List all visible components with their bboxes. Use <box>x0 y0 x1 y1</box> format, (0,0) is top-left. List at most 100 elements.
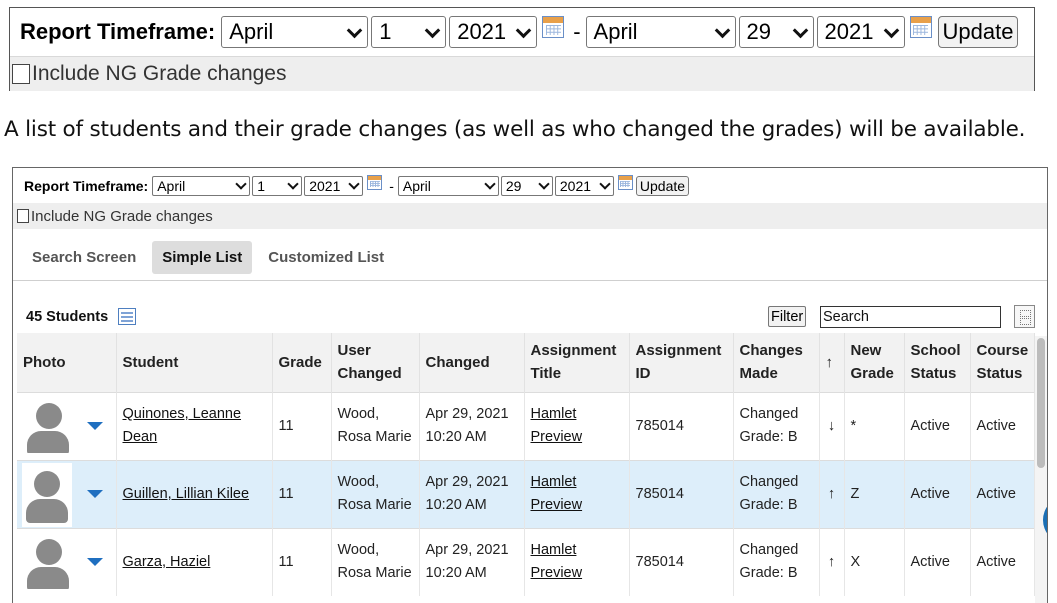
start-year-value: 2021 <box>457 19 507 44</box>
calendar-icon[interactable] <box>909 16 932 38</box>
grade-cell: 11 <box>272 527 332 596</box>
row-dropdown-caret[interactable] <box>87 489 103 498</box>
changed-cell: Apr 29, 2021 10:20 AM <box>419 459 525 528</box>
table-row[interactable]: Guillen, Lillian Kilee 11 Wood, Rosa Mar… <box>17 459 1035 528</box>
export-icon[interactable] <box>118 308 137 325</box>
user-changed-cell: Wood, Rosa Marie <box>331 459 420 528</box>
table-row[interactable]: Quinones, Leanne Dean 11 Wood, Rosa Mari… <box>17 391 1035 460</box>
calendar-icon[interactable] <box>542 16 565 38</box>
start-day-value: 1 <box>257 177 266 194</box>
table-scrollbar[interactable] <box>1035 336 1047 603</box>
school-status-cell: Active <box>904 391 971 460</box>
photo-cell <box>17 459 117 528</box>
row-dropdown-caret[interactable] <box>87 421 103 430</box>
include-ng-label: Include NG Grade changes <box>31 207 213 225</box>
user-changed-cell: Wood, Rosa Marie <box>331 527 420 596</box>
start-year-select[interactable]: 2021 <box>304 175 364 196</box>
column-header-new-grade[interactable]: New Grade <box>844 333 905 392</box>
collapse-icon[interactable] <box>1014 305 1035 328</box>
grade-cell: 11 <box>272 459 332 528</box>
column-header-assignment-id[interactable]: Assignment ID <box>629 333 734 392</box>
end-day-value: 29 <box>505 177 522 194</box>
change-direction-cell: ↓ <box>819 391 845 460</box>
tab-customized-list[interactable]: Customized List <box>258 241 394 274</box>
end-month-select[interactable]: April <box>397 175 499 196</box>
student-cell: Quinones, Leanne Dean <box>116 391 273 460</box>
student-count-row: 45 Students <box>26 308 137 325</box>
chevron-down-icon <box>539 181 549 191</box>
new-grade-cell: * <box>844 391 905 460</box>
photo-cell <box>17 391 117 460</box>
tab-search-screen[interactable]: Search Screen <box>22 241 146 274</box>
start-day-select[interactable]: 1 <box>371 16 447 48</box>
end-day-select[interactable]: 29 <box>500 175 553 196</box>
include-ng-label: Include NG Grade changes <box>32 62 287 85</box>
column-header-changes-made[interactable]: Changes Made <box>733 333 820 392</box>
column-header-school-status[interactable]: School Status <box>904 333 971 392</box>
changes-made-cell: Changed Grade: B <box>733 459 820 528</box>
tab-simple-list[interactable]: Simple List <box>152 241 253 274</box>
assignment-title-cell: Hamlet Preview <box>524 391 630 460</box>
include-ng-row: Include NG Grade changes <box>13 203 1047 229</box>
course-status-cell: Active <box>970 527 1035 596</box>
change-direction-cell: ↑ <box>819 459 845 528</box>
chevron-down-icon <box>516 25 530 39</box>
end-year-select[interactable]: 2021 <box>554 175 614 196</box>
calendar-icon[interactable] <box>367 175 383 190</box>
changes-made-cell: Changed Grade: B <box>733 391 820 460</box>
table-header-row: Photo Student Grade User Changed Changed… <box>17 333 1035 392</box>
timeframe-row: Report Timeframe: April 1 2021 - April 2… <box>13 168 1047 203</box>
chevron-down-icon <box>715 25 729 39</box>
date-range-dash: - <box>573 19 581 44</box>
student-link[interactable]: Quinones, Leanne Dean <box>123 406 242 445</box>
end-month-select[interactable]: April <box>585 16 736 48</box>
update-button[interactable]: Update <box>635 175 690 196</box>
caption-text: A list of students and their grade chang… <box>4 117 1026 142</box>
filter-button[interactable]: Filter <box>768 306 807 327</box>
timeframe-row: Report Timeframe: April 1 2021 - April 2… <box>10 8 1034 56</box>
start-year-select[interactable]: 2021 <box>449 16 538 48</box>
changed-cell: Apr 29, 2021 10:20 AM <box>419 391 525 460</box>
column-header-student[interactable]: Student <box>116 333 273 392</box>
column-header-grade[interactable]: Grade <box>272 333 332 392</box>
school-status-cell: Active <box>904 459 971 528</box>
start-day-select[interactable]: 1 <box>252 175 303 196</box>
row-dropdown-caret[interactable] <box>87 557 103 566</box>
start-month-value: April <box>157 177 186 194</box>
end-day-select[interactable]: 29 <box>738 16 814 48</box>
assignment-id-cell: 785014 <box>629 459 734 528</box>
chevron-down-icon <box>884 25 898 39</box>
report-timeframe-label: Report Timeframe: <box>20 19 216 44</box>
update-button[interactable]: Update <box>937 16 1019 48</box>
assignment-link[interactable]: Hamlet Preview <box>531 474 583 513</box>
assignment-link[interactable]: Hamlet Preview <box>531 542 583 581</box>
assignment-link[interactable]: Hamlet Preview <box>531 406 583 445</box>
table-row[interactable]: Garza, Haziel 11 Wood, Rosa Marie Apr 29… <box>17 527 1035 596</box>
column-header-assignment-title[interactable]: Assignment Title <box>524 333 630 392</box>
student-link[interactable]: Garza, Haziel <box>123 554 211 570</box>
new-grade-cell: X <box>844 527 905 596</box>
start-month-select[interactable]: April <box>221 16 369 48</box>
student-link[interactable]: Guillen, Lillian Kilee <box>123 486 250 502</box>
search-input[interactable] <box>820 306 1001 328</box>
grade-changes-report: Report Timeframe: April 1 2021 - April 2… <box>12 167 1048 603</box>
column-header-sort-arrow[interactable]: ↑ <box>819 333 845 392</box>
include-ng-row: Include NG Grade changes <box>10 56 1034 91</box>
end-year-value: 2021 <box>824 19 874 44</box>
end-year-select[interactable]: 2021 <box>816 16 905 48</box>
chevron-down-icon <box>600 181 610 191</box>
column-header-photo[interactable]: Photo <box>17 333 117 392</box>
include-ng-checkbox[interactable] <box>17 209 29 223</box>
column-header-user-changed[interactable]: User Changed <box>331 333 420 392</box>
changed-cell: Apr 29, 2021 10:20 AM <box>419 527 525 596</box>
calendar-icon[interactable] <box>617 175 633 190</box>
avatar <box>26 402 70 453</box>
date-range-dash: - <box>389 177 394 194</box>
include-ng-checkbox[interactable] <box>12 64 30 84</box>
end-month-value: April <box>593 19 638 44</box>
scrollbar-thumb[interactable] <box>1037 338 1045 468</box>
chevron-down-icon <box>236 181 246 191</box>
column-header-changed[interactable]: Changed <box>419 333 525 392</box>
column-header-course-status[interactable]: Course Status <box>970 333 1035 392</box>
start-month-select[interactable]: April <box>152 175 251 196</box>
